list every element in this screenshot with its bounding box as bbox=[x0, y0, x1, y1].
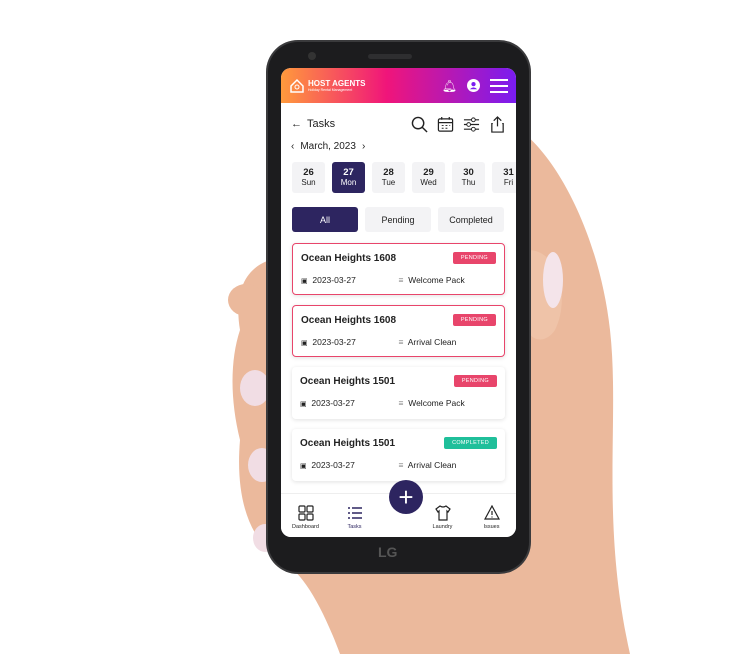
nav-tasks[interactable]: Tasks bbox=[335, 505, 375, 530]
tshirt-icon bbox=[434, 505, 451, 521]
user-profile-icon[interactable] bbox=[467, 79, 480, 92]
chevron-left-icon[interactable]: ‹ bbox=[291, 141, 294, 152]
nav-label: Tasks bbox=[347, 524, 362, 530]
hamburger-menu-icon[interactable] bbox=[490, 78, 508, 93]
lines-icon: ≡ bbox=[398, 337, 404, 347]
nav-label: Laundry bbox=[432, 524, 453, 530]
plus-icon: + bbox=[398, 482, 414, 512]
day-31[interactable]: 31 Fri bbox=[492, 162, 516, 193]
house-pin-icon bbox=[290, 78, 304, 93]
camera-icon bbox=[308, 52, 316, 60]
status-badge: COMPLETED bbox=[444, 437, 497, 449]
calendar-icon[interactable] bbox=[437, 116, 454, 133]
brand-name: HOST AGENTS bbox=[308, 79, 366, 88]
nav-issues[interactable]: Issues bbox=[472, 505, 512, 530]
day-strip: 26 Sun 27 Mon 28 Tue 29 Wed 30 Thu 31 Fri bbox=[281, 160, 516, 195]
app-header: HOST AGENTS Holiday Rental Management 🔔︎ bbox=[281, 68, 516, 103]
day-28[interactable]: 28 Tue bbox=[372, 162, 405, 193]
day-number: 31 bbox=[503, 167, 514, 178]
task-card[interactable]: Ocean Heights 1608 PENDING ▣ 2023-03-27 ≡… bbox=[292, 305, 505, 357]
day-number: 27 bbox=[343, 167, 354, 178]
month-selector: ‹ March, 2023 › bbox=[281, 133, 516, 160]
add-task-button[interactable]: + bbox=[389, 480, 423, 514]
day-27[interactable]: 27 Mon bbox=[332, 162, 365, 193]
grid-icon bbox=[297, 505, 314, 521]
warning-icon bbox=[483, 505, 500, 520]
lines-icon: ≡ bbox=[398, 275, 404, 285]
lines-icon: ≡ bbox=[398, 460, 404, 470]
task-type: Welcome Pack bbox=[408, 398, 465, 408]
nav-label: Issues bbox=[483, 524, 500, 530]
calendar-small-icon: ▣ bbox=[301, 278, 308, 285]
task-card[interactable]: Ocean Heights 1501 COMPLETED ▣ 2023-03-2… bbox=[292, 429, 505, 481]
list-icon bbox=[347, 507, 362, 519]
filter-pending[interactable]: Pending bbox=[365, 207, 431, 232]
task-type: Welcome Pack bbox=[408, 275, 465, 285]
day-number: 28 bbox=[383, 167, 394, 178]
nav-dashboard[interactable]: Dashboard bbox=[286, 505, 326, 530]
task-card[interactable]: Ocean Heights 1501 PENDING ▣ 2023-03-27 ≡… bbox=[292, 367, 505, 419]
page-title: Tasks bbox=[307, 118, 336, 130]
brand-tagline: Holiday Rental Management bbox=[308, 88, 353, 92]
nav-laundry[interactable]: Laundry bbox=[423, 505, 463, 530]
day-of-week: Fri bbox=[503, 178, 514, 187]
task-card[interactable]: Ocean Heights 1608 PENDING ▣ 2023-03-27 ≡… bbox=[292, 243, 505, 295]
day-of-week: Wed bbox=[420, 178, 437, 187]
day-number: 30 bbox=[463, 167, 474, 178]
status-badge: PENDING bbox=[452, 252, 496, 264]
day-29[interactable]: 29 Wed bbox=[412, 162, 445, 193]
day-26[interactable]: 26 Sun bbox=[292, 162, 325, 193]
filter-all[interactable]: All bbox=[292, 207, 358, 232]
calendar-small-icon: ▣ bbox=[300, 463, 307, 470]
search-icon[interactable] bbox=[411, 116, 428, 133]
task-type: Arrival Clean bbox=[407, 337, 457, 347]
day-of-week: Mon bbox=[340, 178, 357, 187]
day-of-week: Tue bbox=[381, 178, 396, 187]
filter-completed[interactable]: Completed bbox=[438, 207, 504, 232]
task-date: 2023-03-27 bbox=[312, 275, 356, 285]
bell-icon[interactable]: 🔔︎ bbox=[442, 79, 457, 93]
status-badge: PENDING bbox=[453, 375, 497, 387]
filter-sliders-icon[interactable] bbox=[463, 116, 480, 133]
task-date: 2023-03-27 bbox=[312, 337, 356, 347]
day-number: 29 bbox=[423, 167, 434, 178]
day-of-week: Thu bbox=[461, 178, 476, 187]
day-of-week: Sun bbox=[301, 178, 316, 187]
status-badge: PENDING bbox=[452, 314, 496, 326]
task-type: Arrival Clean bbox=[407, 460, 457, 470]
calendar-small-icon: ▣ bbox=[301, 340, 308, 347]
nav-label: Dashboard bbox=[292, 524, 319, 530]
task-date: 2023-03-27 bbox=[311, 460, 355, 470]
month-label: March, 2023 bbox=[300, 141, 356, 152]
day-30[interactable]: 30 Thu bbox=[452, 162, 485, 193]
speaker bbox=[368, 54, 412, 59]
share-icon[interactable] bbox=[489, 115, 506, 133]
day-number: 26 bbox=[303, 167, 314, 178]
device-brand-logo: LG bbox=[378, 544, 398, 560]
back-arrow-icon[interactable]: ← bbox=[291, 118, 302, 130]
brand-logo: HOST AGENTS Holiday Rental Management bbox=[289, 78, 365, 94]
task-date: 2023-03-27 bbox=[311, 398, 355, 408]
task-list: Ocean Heights 1608 PENDING ▣ 2023-03-27 ≡… bbox=[281, 232, 516, 481]
app-screen: HOST AGENTS Holiday Rental Management 🔔︎ … bbox=[281, 68, 516, 537]
calendar-small-icon: ▣ bbox=[300, 401, 307, 408]
chevron-right-icon[interactable]: › bbox=[362, 141, 365, 152]
lines-icon: ≡ bbox=[398, 398, 404, 408]
